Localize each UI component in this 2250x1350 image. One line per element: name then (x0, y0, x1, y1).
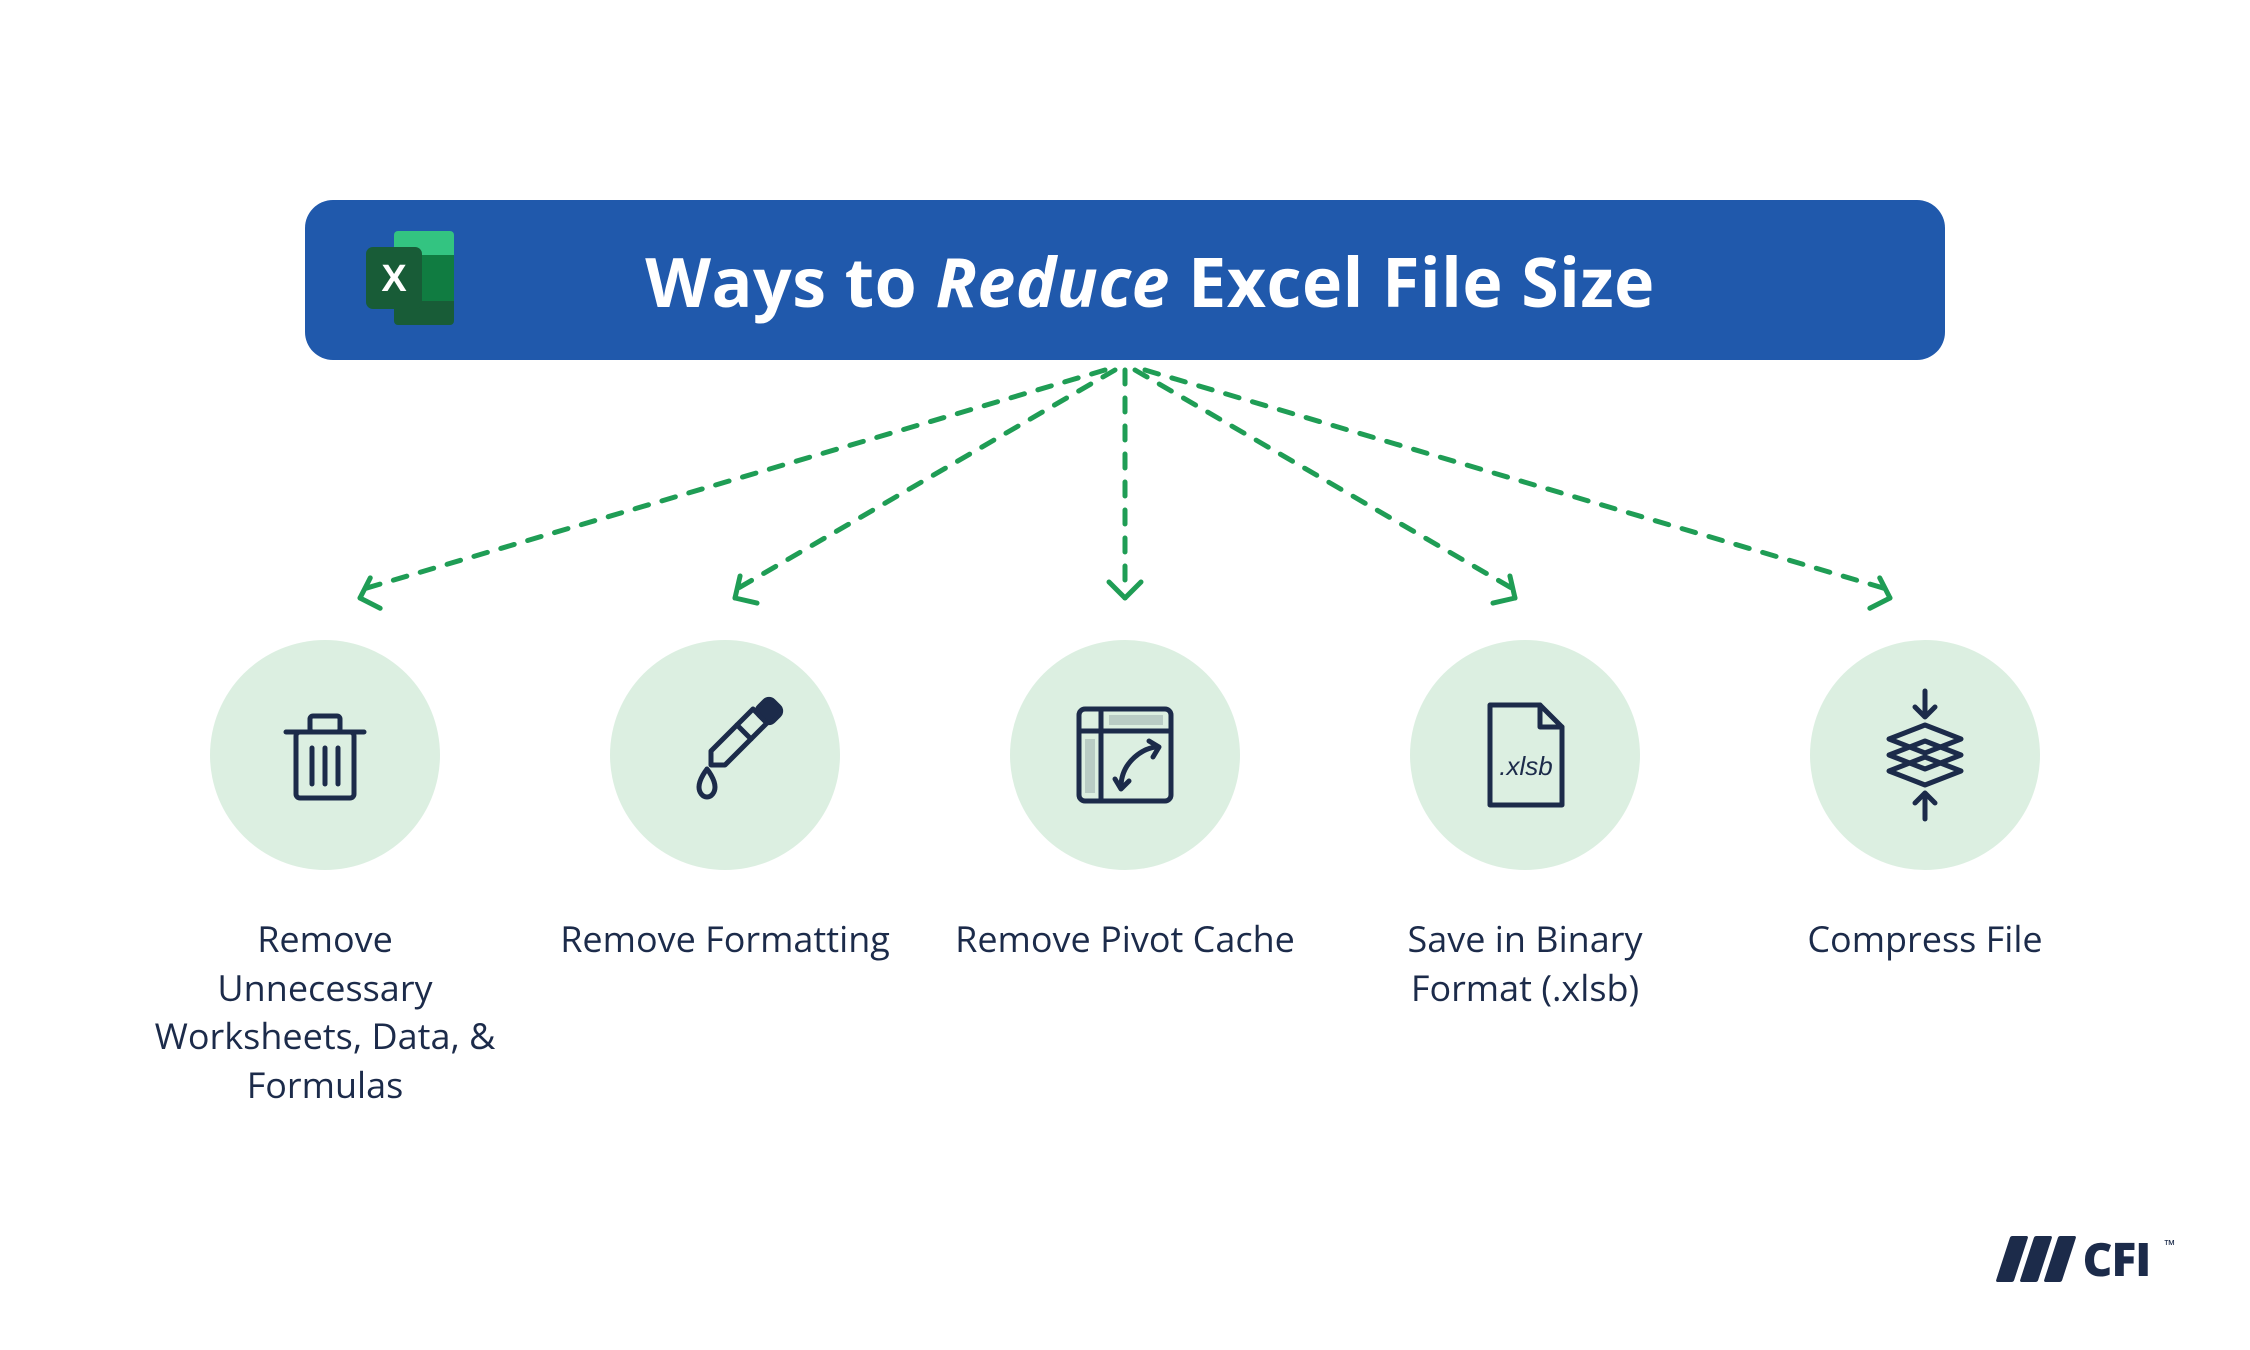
title-text: Ways to Reduce Excel File Size (470, 234, 1830, 327)
cfi-logo: CFI ™ (2003, 1228, 2175, 1290)
title-banner: X Ways to Reduce Excel File Size (305, 200, 1945, 360)
bubble (1810, 640, 2040, 870)
compress-icon (1865, 685, 1985, 825)
item-label: Compress File (1807, 915, 2042, 964)
diagram-canvas: X Ways to Reduce Excel File Size (0, 0, 2250, 1350)
items-row: Remove Unnecessary Worksheets, Data, & F… (145, 640, 2105, 1109)
pivot-icon (1065, 695, 1185, 815)
trash-icon (270, 700, 380, 810)
bubble (610, 640, 840, 870)
trademark-icon: ™ (2164, 1236, 2175, 1255)
item-label: Remove Formatting (560, 915, 890, 964)
title-post: Excel File Size (1170, 234, 1655, 327)
cfi-logo-text: CFI (2083, 1228, 2151, 1290)
branching-arrows (0, 360, 2250, 630)
bubble: .xlsb (1410, 640, 1640, 870)
item-remove-formatting: Remove Formatting (545, 640, 905, 1109)
item-remove-worksheets: Remove Unnecessary Worksheets, Data, & F… (145, 640, 505, 1109)
bubble (210, 640, 440, 870)
item-label: Save in Binary Format (.xlsb) (1345, 915, 1705, 1012)
item-compress-file: Compress File (1745, 640, 2105, 1109)
xlsb-file-icon: .xlsb (1470, 695, 1580, 815)
excel-icon: X (360, 223, 470, 338)
item-save-binary: .xlsb Save in Binary Format (.xlsb) (1345, 640, 1705, 1109)
item-remove-pivot-cache: Remove Pivot Cache (945, 640, 1305, 1109)
item-label: Remove Unnecessary Worksheets, Data, & F… (145, 915, 505, 1109)
file-ext-text: .xlsb (1499, 751, 1552, 781)
cfi-logo-bars-icon (2003, 1236, 2069, 1282)
svg-text:X: X (381, 258, 407, 300)
item-label: Remove Pivot Cache (955, 915, 1295, 964)
title-pre: Ways to (645, 234, 935, 327)
title-em: Reduce (935, 234, 1170, 327)
dropper-icon (665, 695, 785, 815)
bubble (1010, 640, 1240, 870)
